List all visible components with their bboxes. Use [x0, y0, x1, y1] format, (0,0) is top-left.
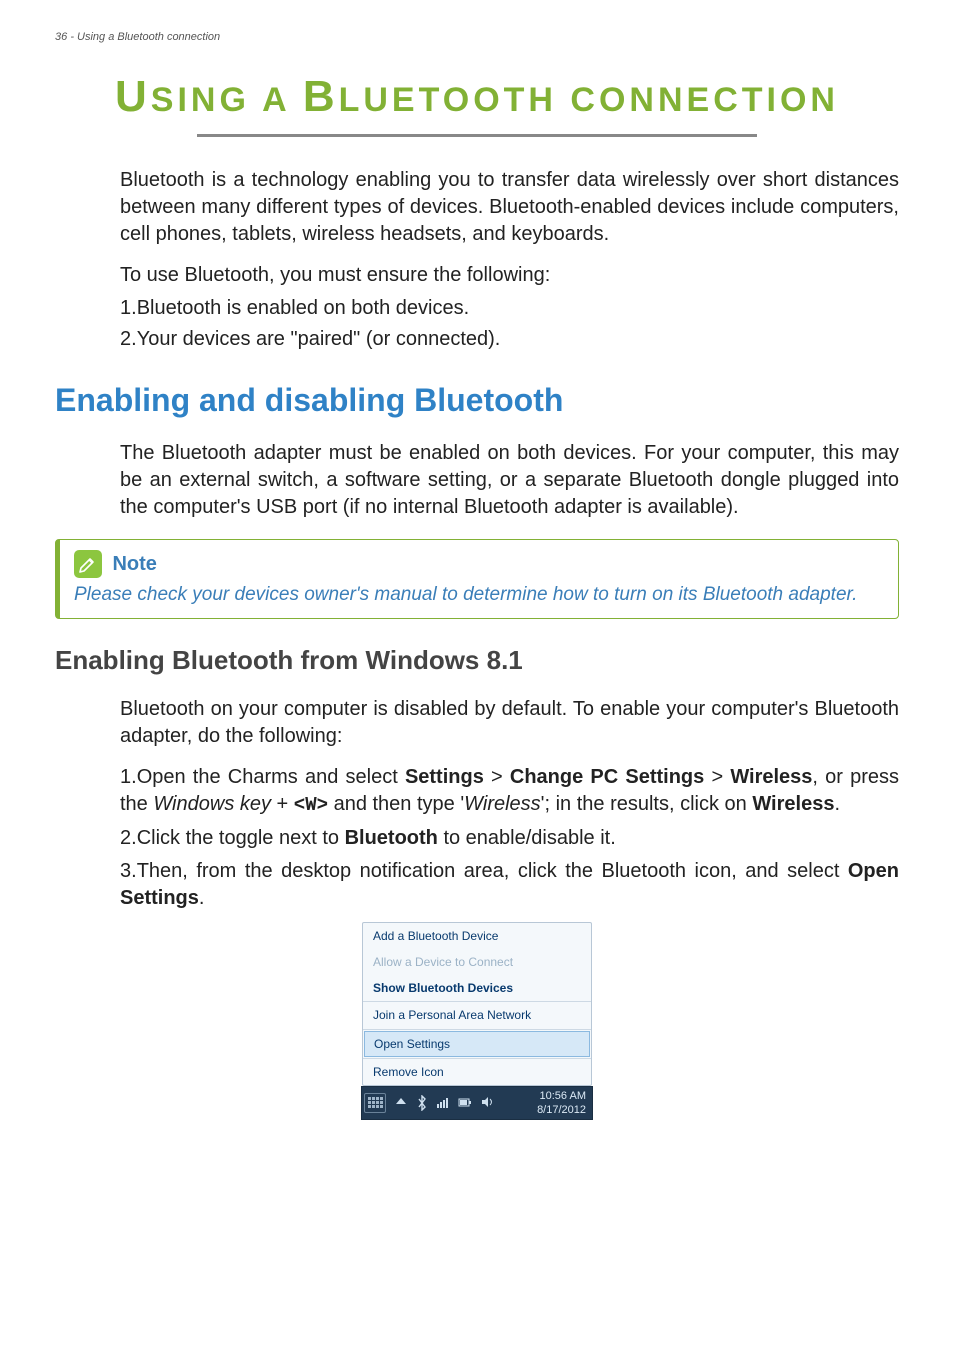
title-underline	[197, 134, 757, 137]
list-item: 2.Your devices are "paired" (or connecte…	[120, 326, 899, 353]
embedded-screenshot: Add a Bluetooth Device Allow a Device to…	[55, 922, 899, 1120]
menu-item-add-device[interactable]: Add a Bluetooth Device	[363, 923, 591, 949]
clock-time: 10:56 AM	[537, 1089, 586, 1103]
title-block: USING A BLUETOOTH CONNECTION	[55, 67, 899, 137]
volume-icon[interactable]	[480, 1095, 494, 1114]
list-item: 1.Bluetooth is enabled on both devices.	[120, 295, 899, 322]
bluetooth-icon[interactable]	[416, 1095, 428, 1116]
show-hidden-icon[interactable]	[396, 1098, 406, 1104]
network-icon[interactable]	[436, 1095, 450, 1114]
menu-item-remove-icon[interactable]: Remove Icon	[363, 1059, 591, 1085]
subsection-heading: Enabling Bluetooth from Windows 8.1	[55, 643, 899, 678]
menu-item-open-settings[interactable]: Open Settings	[364, 1031, 590, 1057]
menu-separator	[363, 1029, 591, 1030]
subsection-intro: Bluetooth on your computer is disabled b…	[120, 696, 899, 750]
note-callout: Note Please check your devices owner's m…	[55, 539, 899, 619]
battery-icon[interactable]	[458, 1095, 472, 1114]
taskbar: 10:56 AM 8/17/2012	[361, 1086, 593, 1120]
list-item: 1.Open the Charms and select Settings > …	[120, 764, 899, 819]
page-title: USING A BLUETOOTH CONNECTION	[115, 67, 839, 134]
menu-item-join-pan[interactable]: Join a Personal Area Network	[363, 1002, 591, 1028]
section-body: The Bluetooth adapter must be enabled on…	[120, 440, 899, 521]
running-title: Using a Bluetooth connection	[77, 31, 220, 43]
intro-paragraph: Bluetooth is a technology enabling you t…	[120, 167, 899, 248]
page-number: 36	[55, 31, 67, 43]
note-title: Note	[112, 551, 156, 578]
use-list: 1.Bluetooth is enabled on both devices. …	[120, 295, 899, 353]
use-intro: To use Bluetooth, you must ensure the fo…	[120, 262, 899, 289]
menu-item-allow-connect: Allow a Device to Connect	[363, 949, 591, 975]
running-header: 36 - Using a Bluetooth connection	[55, 30, 899, 45]
list-item: 2.Click the toggle next to Bluetooth to …	[120, 825, 899, 852]
menu-item-show-devices[interactable]: Show Bluetooth Devices	[363, 975, 591, 1001]
pencil-icon	[74, 550, 102, 578]
keyboard-icon[interactable]	[364, 1093, 386, 1113]
list-item: 3.Then, from the desktop notification ar…	[120, 858, 899, 912]
system-clock[interactable]: 10:56 AM 8/17/2012	[537, 1089, 586, 1117]
bluetooth-context-menu: Add a Bluetooth Device Allow a Device to…	[362, 922, 592, 1086]
section-heading: Enabling and disabling Bluetooth	[55, 379, 899, 422]
steps-list: 1.Open the Charms and select Settings > …	[120, 764, 899, 912]
note-body: Please check your devices owner's manual…	[74, 582, 884, 608]
clock-date: 8/17/2012	[537, 1103, 586, 1117]
